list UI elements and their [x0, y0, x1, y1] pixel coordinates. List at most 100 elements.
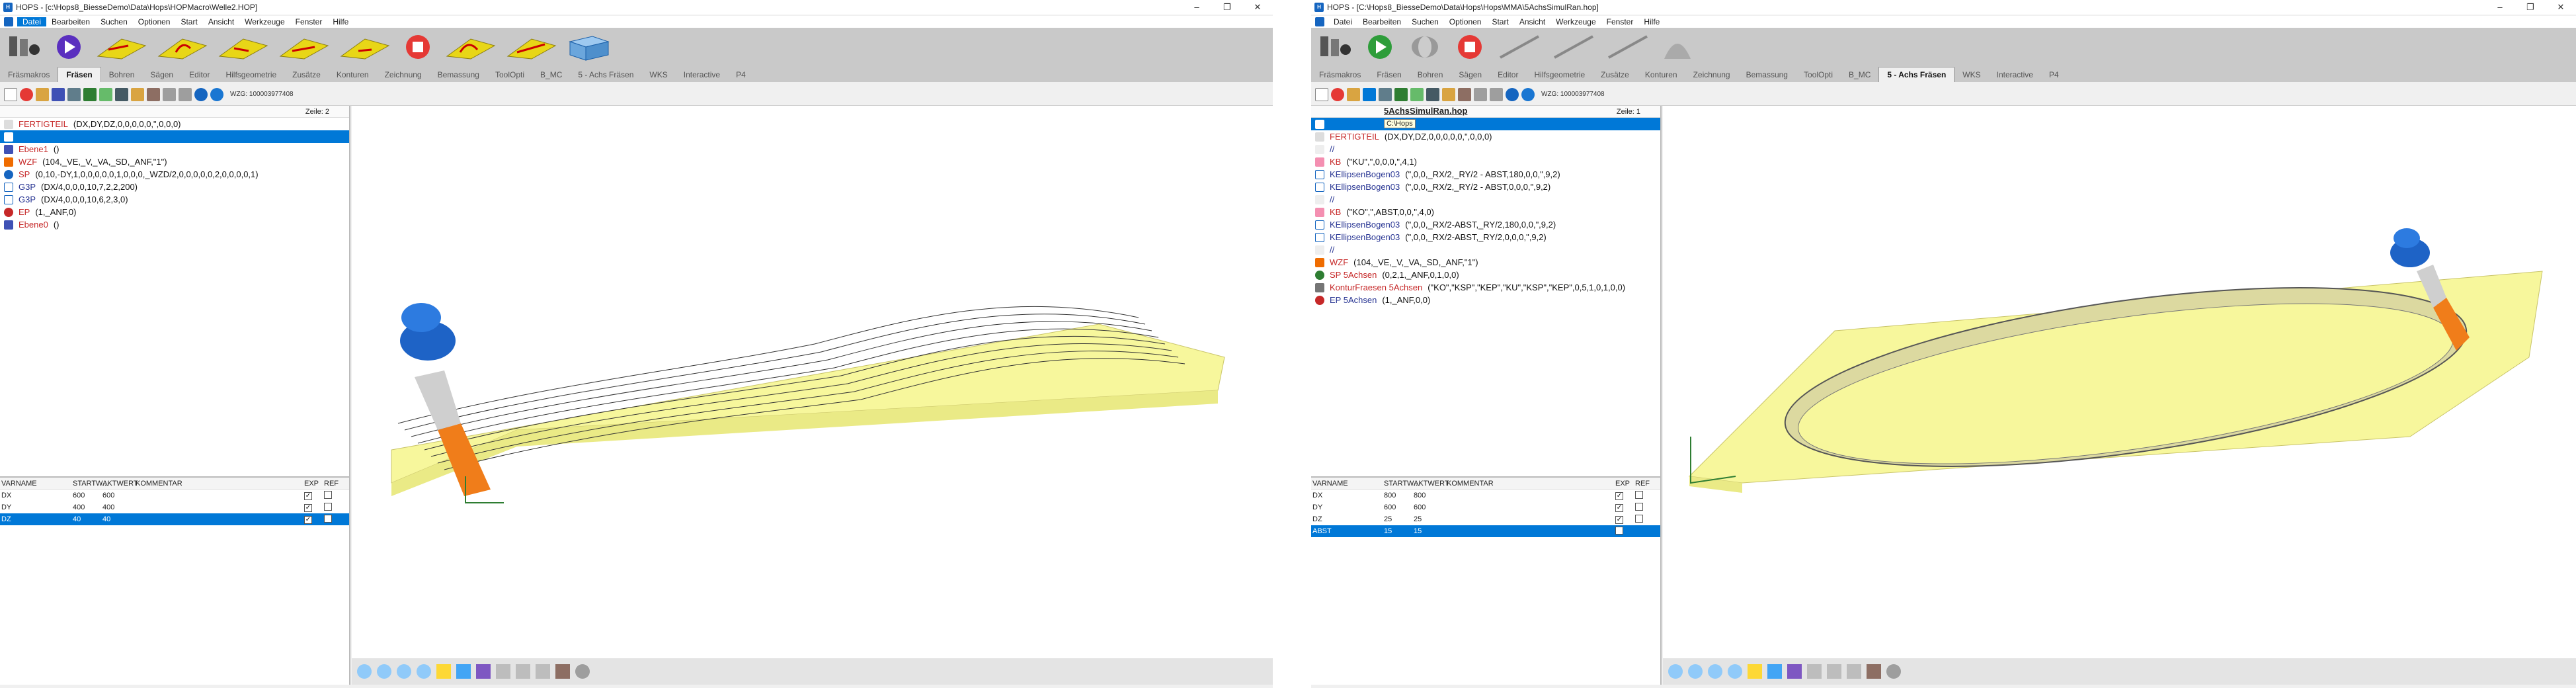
- table-row[interactable]: DY 600 600 ✓: [1311, 501, 1660, 513]
- tab-fraesen[interactable]: Fräsen: [58, 67, 101, 82]
- program-line[interactable]: KB ("KU",",0,0,0,",4,1): [1311, 155, 1660, 168]
- tab-toolopti[interactable]: ToolOpti: [487, 67, 532, 82]
- menu-datei[interactable]: Datei: [17, 17, 47, 26]
- delete-icon[interactable]: [20, 87, 33, 101]
- zoom-in-icon[interactable]: [377, 664, 391, 679]
- tab-interactive[interactable]: Interactive: [676, 67, 728, 82]
- zoom-fit-icon[interactable]: [397, 664, 411, 679]
- view-2d-icon[interactable]: [496, 664, 510, 679]
- minimize-icon[interactable]: –: [2485, 2, 2515, 13]
- program-line[interactable]: KEllipsenBogen03 (",0,0,_RX/2,_RY/2 - ABS…: [1311, 168, 1660, 181]
- view-side-icon[interactable]: [516, 664, 530, 679]
- view-top-icon[interactable]: [436, 664, 451, 679]
- table-row[interactable]: DZ 25 25 ✓: [1311, 513, 1660, 525]
- exp-checkbox[interactable]: ✓: [304, 492, 312, 500]
- program-line[interactable]: SP (0,10,-DY,1,0,0,0,0,0,1,0,0,0,_WZD/2,0…: [0, 168, 349, 181]
- dome-icon[interactable]: [1659, 32, 1696, 62]
- menu-optionen[interactable]: Optionen: [1444, 17, 1487, 26]
- tab-b-mc[interactable]: B_MC: [532, 67, 570, 82]
- mill-line-icon[interactable]: [278, 32, 331, 62]
- settings-icon[interactable]: [1886, 664, 1901, 679]
- title-bar[interactable]: H HOPS - [C:\Hops8_BiesseDemo\Data\Hops\…: [1311, 0, 2576, 15]
- run-icon[interactable]: [83, 87, 97, 101]
- menu-fenster[interactable]: Fenster: [290, 17, 328, 26]
- menu-werkzeuge[interactable]: Werkzeuge: [239, 17, 290, 26]
- program-line[interactable]: //: [1311, 243, 1660, 256]
- line-tool-3-icon[interactable]: [1605, 32, 1651, 62]
- view-3d-icon[interactable]: [456, 664, 471, 679]
- menu-bearbeiten[interactable]: Bearbeiten: [1357, 17, 1406, 26]
- close-icon[interactable]: ✕: [2546, 2, 2576, 13]
- mill-curve-icon[interactable]: [444, 32, 497, 62]
- mill-path-icon[interactable]: [95, 32, 148, 62]
- zoom-window-icon[interactable]: [417, 664, 431, 679]
- undo-icon[interactable]: [163, 87, 176, 101]
- exp-checkbox[interactable]: ✓: [1615, 503, 1623, 512]
- view-front-icon[interactable]: [476, 664, 491, 679]
- table-row-selected[interactable]: DZ 40 40 ✓: [0, 513, 349, 525]
- copy-icon[interactable]: [131, 87, 144, 101]
- program-line[interactable]: EP (1,_ANF,0): [0, 206, 349, 218]
- program-line[interactable]: KonturFraesen 5Achsen ("KO","KSP","KEP","…: [1311, 281, 1660, 294]
- redo-icon[interactable]: [1490, 87, 1503, 101]
- save-icon[interactable]: [1363, 87, 1376, 101]
- stop-icon[interactable]: [1451, 32, 1488, 62]
- help-icon[interactable]: [1506, 87, 1519, 101]
- program-line[interactable]: G3P (DX/4,0,0,0,10,7,2,2,200): [0, 181, 349, 193]
- program-line[interactable]: EP 5Achsen (1,_ANF,0,0): [1311, 294, 1660, 306]
- tab-interactive[interactable]: Interactive: [1989, 67, 2041, 82]
- save-icon[interactable]: [52, 87, 65, 101]
- program-line[interactable]: WZF (104,_VE,_V,_VA,_SD,_ANF,"1"): [0, 155, 349, 168]
- tab-p4[interactable]: P4: [728, 67, 754, 82]
- mdi-doc-icon[interactable]: [1315, 17, 1324, 26]
- tab-editor[interactable]: Editor: [181, 67, 218, 82]
- table-row[interactable]: DY 400 400 ✓: [0, 501, 349, 513]
- new-file-icon[interactable]: [1315, 87, 1328, 101]
- program-line[interactable]: KEllipsenBogen03 (",0,0,_RX/2-ABST,_RY/2,…: [1311, 218, 1660, 231]
- maximize-icon[interactable]: ❐: [1212, 2, 1242, 13]
- zoom-out-icon[interactable]: [1668, 664, 1683, 679]
- menu-suchen[interactable]: Suchen: [95, 17, 133, 26]
- ref-checkbox[interactable]: [324, 502, 332, 511]
- step-icon[interactable]: [99, 87, 112, 101]
- open-folder-icon[interactable]: [1347, 87, 1360, 101]
- menu-optionen[interactable]: Optionen: [133, 17, 176, 26]
- ref-checkbox[interactable]: [324, 514, 332, 523]
- menu-fenster[interactable]: Fenster: [1601, 17, 1639, 26]
- menu-start[interactable]: Start: [1486, 17, 1513, 26]
- tab-fraesmakros[interactable]: Fräsmakros: [1311, 67, 1369, 82]
- menu-bearbeiten[interactable]: Bearbeiten: [46, 17, 95, 26]
- program-line[interactable]: G3P (DX/4,0,0,0,10,6,2,3,0): [0, 193, 349, 206]
- table-row-selected[interactable]: ABST 15 15: [1311, 525, 1660, 537]
- view-2d-icon[interactable]: [1807, 664, 1822, 679]
- exp-checkbox[interactable]: ✓: [1615, 492, 1623, 500]
- tab-fraesen[interactable]: Fräsen: [1369, 67, 1409, 82]
- tool-changer-icon[interactable]: [1316, 32, 1353, 62]
- play-icon[interactable]: [1361, 32, 1398, 62]
- mill-pocket-icon[interactable]: [339, 32, 391, 62]
- program-line[interactable]: KEllipsenBogen03 (",0,0,_RX/2-ABST,_RY/2,…: [1311, 231, 1660, 243]
- rotate-icon[interactable]: [1847, 664, 1861, 679]
- program-line[interactable]: Ebene0(): [0, 218, 349, 231]
- tab-bemassung[interactable]: Bemassung: [1738, 67, 1796, 82]
- open-folder-icon[interactable]: [36, 87, 49, 101]
- step-icon[interactable]: [1410, 87, 1424, 101]
- program-line[interactable]: //: [1311, 193, 1660, 206]
- exp-checkbox[interactable]: ✓: [304, 515, 312, 524]
- zoom-window-icon[interactable]: [1728, 664, 1742, 679]
- menu-hilfe[interactable]: Hilfe: [327, 17, 354, 26]
- delete-icon[interactable]: [1331, 87, 1344, 101]
- menu-ansicht[interactable]: Ansicht: [1514, 17, 1550, 26]
- tab-bohren[interactable]: Bohren: [101, 67, 143, 82]
- mill-edge-icon[interactable]: [505, 32, 558, 62]
- exp-checkbox[interactable]: ✓: [1615, 515, 1623, 524]
- menu-hilfe[interactable]: Hilfe: [1638, 17, 1665, 26]
- tab-konturen[interactable]: Konturen: [1637, 67, 1685, 82]
- program-line[interactable]: Ebene1(): [0, 143, 349, 155]
- run-icon[interactable]: [1394, 87, 1408, 101]
- tab-5-achs-fraesen[interactable]: 5 - Achs Fräsen: [1878, 67, 1955, 82]
- maximize-icon[interactable]: ❐: [2515, 2, 2546, 13]
- paste-icon[interactable]: [1458, 87, 1471, 101]
- mill-contour-icon[interactable]: [217, 32, 270, 62]
- copy-icon[interactable]: [1442, 87, 1455, 101]
